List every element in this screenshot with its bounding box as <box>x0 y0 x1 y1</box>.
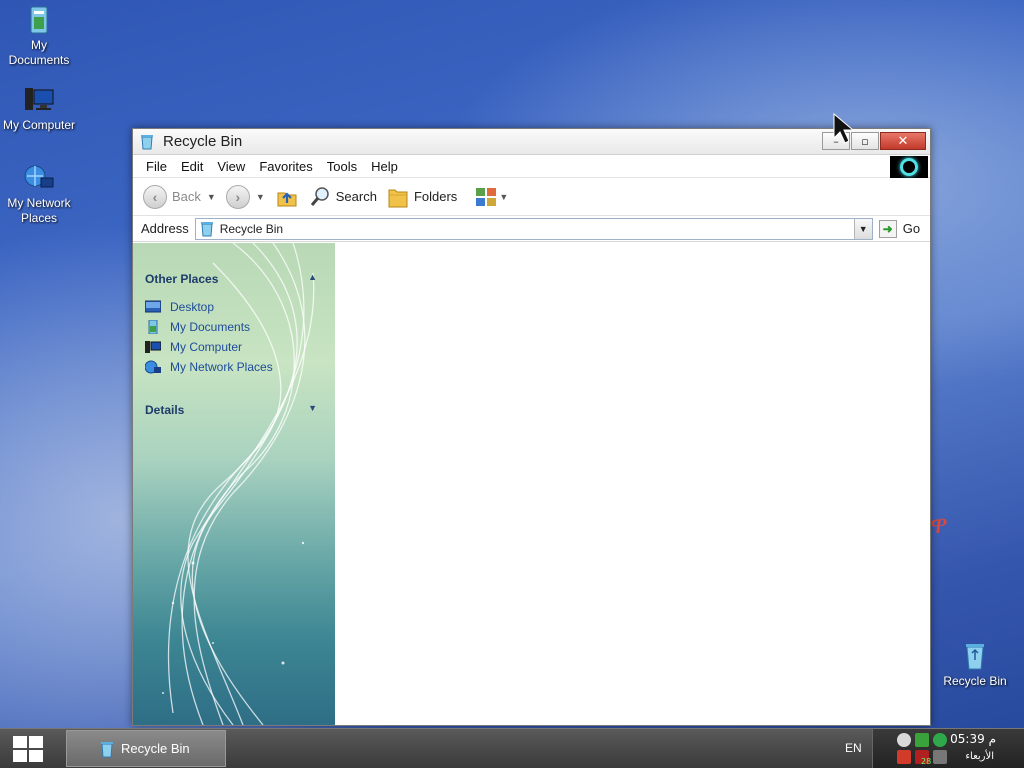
desktop-icon-label: My Documents <box>8 38 70 67</box>
file-list-pane[interactable] <box>335 243 930 725</box>
desktop-icon-label: My Computer <box>2 118 76 132</box>
place-link-label: My Documents <box>170 320 251 334</box>
expand-chevron-icon[interactable]: ▼ <box>308 403 317 417</box>
folders-icon <box>388 189 408 207</box>
recycle-bin-icon <box>141 134 153 149</box>
tray-badge: 28 <box>921 757 932 766</box>
start-button[interactable] <box>12 735 44 763</box>
go-label: Go <box>902 221 921 236</box>
desktop-icon-recycle-bin[interactable]: Recycle Bin <box>936 640 1014 689</box>
go-button[interactable]: ➜ Go <box>878 219 921 238</box>
network-icon <box>24 165 54 188</box>
views-dropdown-icon[interactable]: ▼ <box>499 192 508 202</box>
forward-arrow-icon: › <box>225 184 250 209</box>
recycle-bin-window: Recycle Bin – ▫ ✕ File Edit View Favorit… <box>132 128 931 726</box>
folders-label: Folders <box>413 189 458 204</box>
my-documents-icon <box>30 6 48 34</box>
back-dropdown-icon[interactable]: ▼ <box>207 192 216 202</box>
address-input[interactable]: Recycle Bin ▼ <box>194 217 873 240</box>
menu-favorites[interactable]: Favorites <box>252 159 319 174</box>
back-button[interactable]: ‹ Back ▼ <box>143 184 216 209</box>
clock-time[interactable]: 05:39 م <box>950 732 996 746</box>
throbber-ring-icon <box>900 158 918 176</box>
search-icon <box>310 186 329 206</box>
forward-dropdown-icon[interactable]: ▼ <box>256 192 265 202</box>
task-pane: Other Places ▲ Desktop My Documents My C… <box>133 243 335 725</box>
desktop-icon-label: My Network Places <box>7 196 71 225</box>
back-label: Back <box>172 189 201 204</box>
title-bar[interactable]: Recycle Bin – ▫ ✕ <box>133 129 930 155</box>
recycle-bin-icon <box>966 644 984 670</box>
address-value: Recycle Bin <box>219 221 284 236</box>
stray-glyph: ዋ <box>930 510 948 540</box>
menu-file[interactable]: File <box>139 159 174 174</box>
taskbar-item-recycle-bin[interactable]: Recycle Bin <box>66 730 226 767</box>
toolbar: ‹ Back ▼ › ▼ Search Folders ▼ <box>133 178 930 216</box>
tray-chat-icon[interactable] <box>897 733 911 747</box>
menu-tools[interactable]: Tools <box>320 159 364 174</box>
desktop-icon-my-computer[interactable]: My Computer <box>0 84 78 133</box>
tray-volume-icon[interactable] <box>933 750 947 764</box>
windows-logo-throbber <box>890 156 928 178</box>
place-link-my-computer[interactable]: My Computer <box>145 340 242 354</box>
place-link-label: My Computer <box>170 340 243 354</box>
details-header[interactable]: Details ▼ <box>145 403 317 417</box>
desktop-icon-my-network-places[interactable]: My Network Places <box>0 162 78 226</box>
address-label: Address <box>141 221 189 236</box>
content-area: Other Places ▲ Desktop My Documents My C… <box>133 243 930 725</box>
menu-view[interactable]: View <box>210 159 252 174</box>
tray-update-icon[interactable] <box>933 733 947 747</box>
tray-network-icon[interactable] <box>915 733 929 747</box>
window-title: Recycle Bin <box>163 133 243 150</box>
place-link-desktop[interactable]: Desktop <box>145 300 214 314</box>
tray-shield-icon[interactable] <box>897 750 911 764</box>
clock-day: الأربعاء <box>965 751 994 762</box>
address-dropdown-icon[interactable]: ▼ <box>853 218 872 239</box>
desktop-icon <box>145 300 161 313</box>
swirl-decoration <box>162 243 315 725</box>
menu-help[interactable]: Help <box>364 159 405 174</box>
recycle-bin-icon <box>200 221 213 236</box>
collapse-chevron-icon[interactable]: ▲ <box>308 272 317 286</box>
up-folder-button[interactable] <box>275 185 299 209</box>
details-heading: Details <box>145 403 185 417</box>
views-button[interactable]: ▼ <box>475 187 508 207</box>
up-folder-icon <box>277 191 297 206</box>
desktop-icon-label: Recycle Bin <box>943 674 1007 688</box>
mouse-cursor-icon <box>833 112 855 144</box>
menu-edit[interactable]: Edit <box>174 159 210 174</box>
forward-button[interactable]: › ▼ <box>225 184 265 209</box>
my-documents-icon <box>148 320 158 334</box>
computer-icon <box>25 88 54 110</box>
folders-button[interactable]: Folders <box>387 185 457 209</box>
network-icon <box>145 360 161 374</box>
views-icon <box>476 187 497 206</box>
go-arrow-icon: ➜ <box>878 219 897 238</box>
other-places-heading: Other Places <box>145 272 219 286</box>
close-button[interactable]: ✕ <box>880 132 926 150</box>
address-bar: Address Recycle Bin ▼ ➜ Go <box>133 216 930 242</box>
search-label: Search <box>335 189 377 204</box>
place-link-my-network-places[interactable]: My Network Places <box>145 360 273 374</box>
desktop-icon-my-documents[interactable]: My Documents <box>0 4 78 68</box>
computer-icon <box>145 341 161 353</box>
place-link-label: My Network Places <box>170 360 273 374</box>
search-button[interactable]: Search <box>309 186 377 208</box>
place-link-label: Desktop <box>170 300 215 314</box>
place-link-my-documents[interactable]: My Documents <box>145 320 250 334</box>
recycle-bin-icon <box>101 742 113 758</box>
language-indicator[interactable]: EN <box>845 741 862 755</box>
other-places-header[interactable]: Other Places ▲ <box>145 272 317 286</box>
taskbar: Recycle Bin EN 28 05:39 م الأربعاء <box>0 728 1024 768</box>
taskbar-item-label: Recycle Bin <box>121 741 190 756</box>
back-arrow-icon: ‹ <box>143 184 167 209</box>
system-tray: 28 05:39 م الأربعاء <box>872 729 1024 768</box>
menu-bar: File Edit View Favorites Tools Help <box>133 155 930 178</box>
